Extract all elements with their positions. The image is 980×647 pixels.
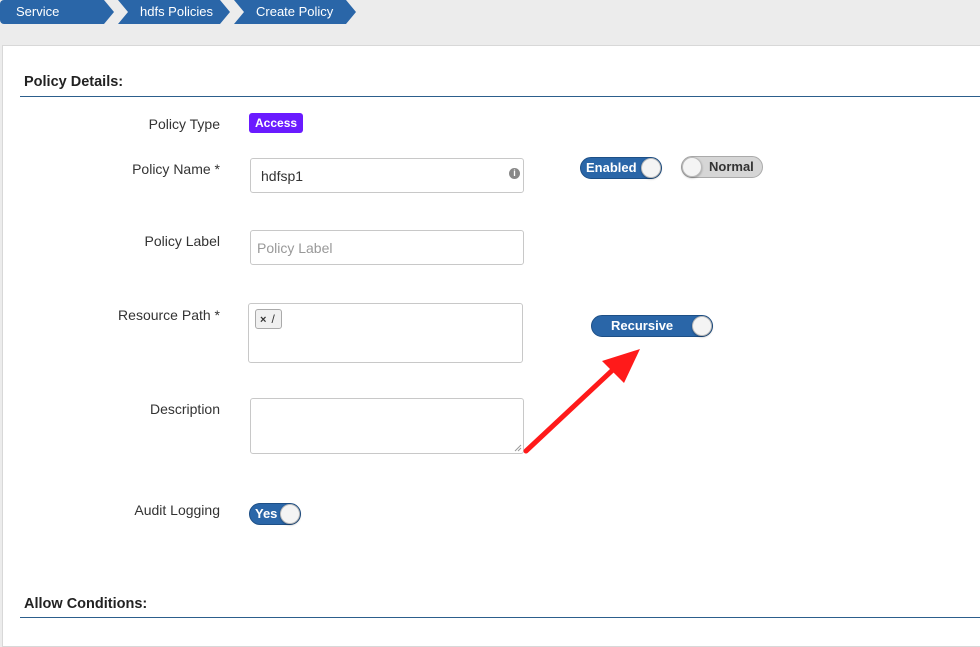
allow-conditions-divider bbox=[20, 617, 980, 618]
recursive-toggle[interactable]: Recursive bbox=[591, 315, 713, 337]
allow-conditions-heading: Allow Conditions: bbox=[24, 596, 148, 612]
normal-toggle[interactable]: Normal bbox=[681, 156, 763, 178]
audit-logging-toggle[interactable]: Yes bbox=[249, 503, 301, 525]
breadcrumb-service-manager[interactable]: Service Manager bbox=[0, 0, 114, 24]
policy-label-label: Policy Label bbox=[144, 233, 221, 249]
normal-toggle-label: Normal bbox=[709, 159, 754, 174]
resource-path-label: Resource Path * bbox=[118, 307, 220, 323]
policy-name-input[interactable] bbox=[250, 158, 524, 193]
resource-path-tag: × / bbox=[255, 309, 282, 329]
policy-label-input[interactable] bbox=[250, 230, 524, 265]
breadcrumb-hdfs-policies[interactable]: hdfs Policies bbox=[118, 0, 230, 24]
recursive-toggle-label: Recursive bbox=[611, 318, 674, 333]
policy-details-heading: Policy Details: bbox=[24, 74, 124, 90]
toggle-knob bbox=[641, 158, 661, 178]
toggle-knob bbox=[692, 316, 712, 336]
breadcrumb: Service Manager hdfs Policies Create Pol… bbox=[0, 0, 360, 24]
toggle-knob bbox=[280, 504, 300, 524]
description-textarea[interactable] bbox=[250, 398, 524, 454]
enabled-toggle-label: Enabled bbox=[586, 160, 637, 175]
audit-logging-label: Audit Logging bbox=[134, 502, 220, 518]
info-icon: i bbox=[509, 168, 520, 179]
policy-details-divider bbox=[20, 96, 980, 97]
resource-path-input[interactable]: × / bbox=[248, 303, 523, 363]
enabled-toggle[interactable]: Enabled bbox=[580, 157, 662, 179]
policy-type-label: Policy Type bbox=[148, 116, 220, 132]
resource-path-tag-value: / bbox=[271, 312, 275, 326]
policy-name-label: Policy Name * bbox=[132, 161, 220, 177]
policy-type-badge: Access bbox=[249, 113, 304, 133]
audit-logging-toggle-label: Yes bbox=[255, 506, 278, 521]
description-label: Description bbox=[149, 401, 220, 417]
annotation-arrow-icon bbox=[523, 349, 640, 454]
toggle-knob bbox=[682, 157, 702, 177]
breadcrumb-create-policy[interactable]: Create Policy bbox=[234, 0, 356, 24]
tag-remove-icon[interactable]: × bbox=[260, 314, 266, 326]
